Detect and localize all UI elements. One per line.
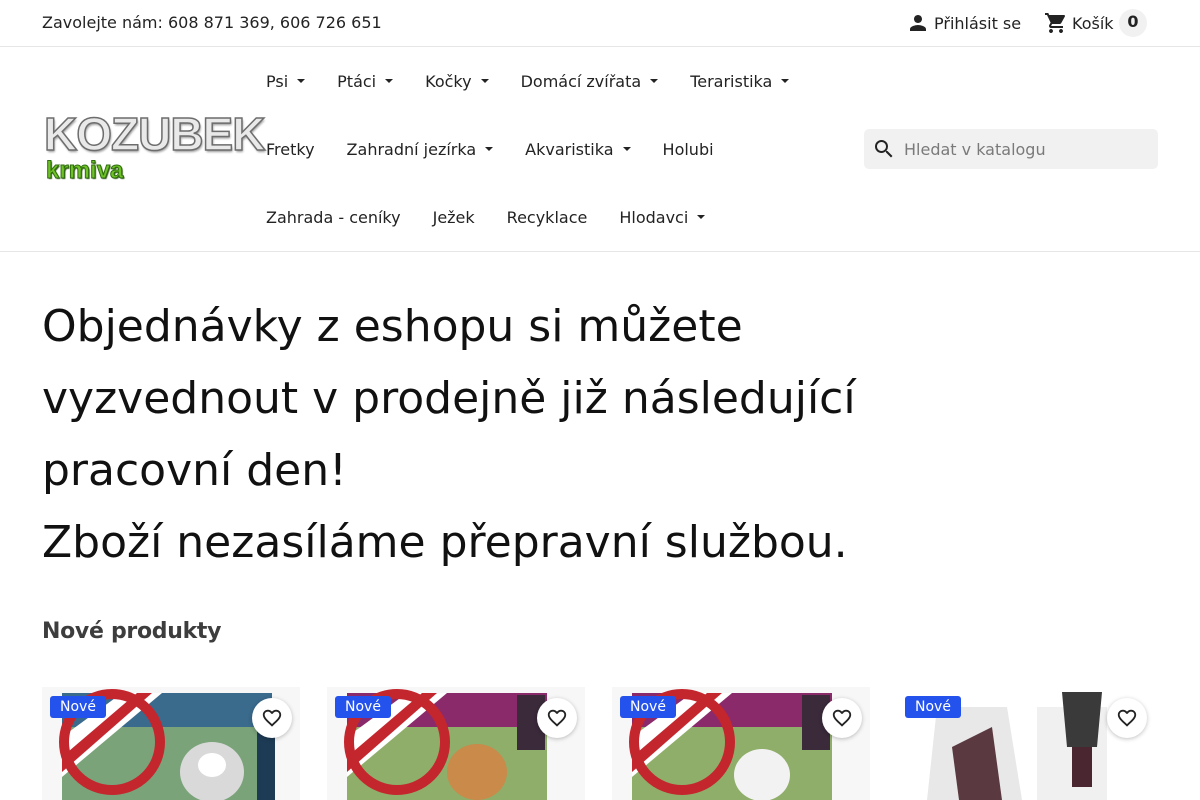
new-badge: Nové [335, 696, 391, 718]
nav-row-1: Psi Ptáci Kočky Domácí zvířata Teraristi… [266, 69, 821, 93]
product-card[interactable]: Nové [612, 687, 870, 800]
product-card[interactable]: Nové [42, 687, 300, 800]
nav-item-jezek[interactable]: Ježek [433, 208, 475, 227]
nav-item-recyklace[interactable]: Recyklace [507, 208, 588, 227]
heart-icon [262, 709, 282, 727]
cart-count-badge: 0 [1119, 9, 1147, 37]
chevron-down-icon [385, 79, 394, 83]
logo-top-text: KOZUBEK [43, 108, 266, 160]
product-card[interactable]: Nové [897, 687, 1155, 800]
pickup-notice-line2: Zboží nezasíláme přepravní službou. [42, 517, 848, 568]
logo-bottom-text: krmiva [45, 157, 124, 185]
user-icon [910, 15, 926, 31]
nav-item-teraristika[interactable]: Teraristika [690, 72, 790, 91]
nav-item-holubi[interactable]: Holubi [663, 140, 714, 159]
nav-item-zahrada-ceniky[interactable]: Zahrada - ceníky [266, 208, 401, 227]
nav-item-akvaristika[interactable]: Akvaristika [525, 140, 631, 159]
chevron-down-icon [485, 147, 494, 151]
top-bar: Zavolejte nám: 608 871 369, 606 726 651 … [0, 0, 1200, 47]
heart-icon [547, 709, 567, 727]
chevron-down-icon [480, 79, 489, 83]
search-icon[interactable] [872, 137, 896, 161]
nav-row-2: Fretky Zahradní jezírka Akvaristika Holu… [266, 137, 746, 161]
wishlist-button[interactable] [1107, 698, 1147, 738]
contact-phone-text: Zavolejte nám: 608 871 369, 606 726 651 [42, 13, 382, 32]
chevron-down-icon [650, 79, 659, 83]
login-label: Přihlásit se [934, 13, 1022, 33]
nav-item-psi[interactable]: Psi [266, 72, 306, 91]
cart-icon [1045, 13, 1066, 33]
product-card[interactable]: Nové [327, 687, 585, 800]
heart-icon [832, 709, 852, 727]
nav-item-fretky[interactable]: Fretky [266, 140, 315, 159]
nav-item-zahradni-jezirka[interactable]: Zahradní jezírka [347, 140, 494, 159]
search-box [864, 129, 1158, 169]
new-badge: Nové [50, 696, 106, 718]
new-badge: Nové [620, 696, 676, 718]
search-input[interactable] [904, 139, 1144, 159]
site-logo[interactable]: KOZUBEK krmiva [43, 108, 266, 187]
main-header: KOZUBEK krmiva Psi Ptáci Kočky Domácí zv… [0, 47, 1200, 252]
nav-item-hlodavci[interactable]: Hlodavci [619, 208, 706, 227]
nav-row-3: Zahrada - ceníky Ježek Recyklace Hlodavc… [266, 205, 737, 229]
nav-item-domaci-zvirata[interactable]: Domácí zvířata [521, 72, 659, 91]
wishlist-button[interactable] [252, 698, 292, 738]
wishlist-button[interactable] [822, 698, 862, 738]
chevron-down-icon [697, 215, 706, 219]
login-link[interactable]: Přihlásit se [906, 11, 1021, 35]
chevron-down-icon [781, 79, 790, 83]
nav-item-ptaci[interactable]: Ptáci [337, 72, 394, 91]
heart-icon [1117, 709, 1137, 727]
nav-item-kocky[interactable]: Kočky [425, 72, 489, 91]
pickup-notice: Objednávky z eshopu si můžete vyzvednout… [42, 291, 942, 579]
cart-link[interactable]: Košík [1044, 11, 1114, 35]
cart-label: Košík [1072, 13, 1114, 33]
chevron-down-icon [297, 79, 306, 83]
pickup-notice-line1: Objednávky z eshopu si můžete vyzvednout… [42, 301, 856, 496]
new-products-title: Nové produkty [42, 619, 222, 644]
wishlist-button[interactable] [537, 698, 577, 738]
new-badge: Nové [905, 696, 961, 718]
chevron-down-icon [622, 147, 631, 151]
